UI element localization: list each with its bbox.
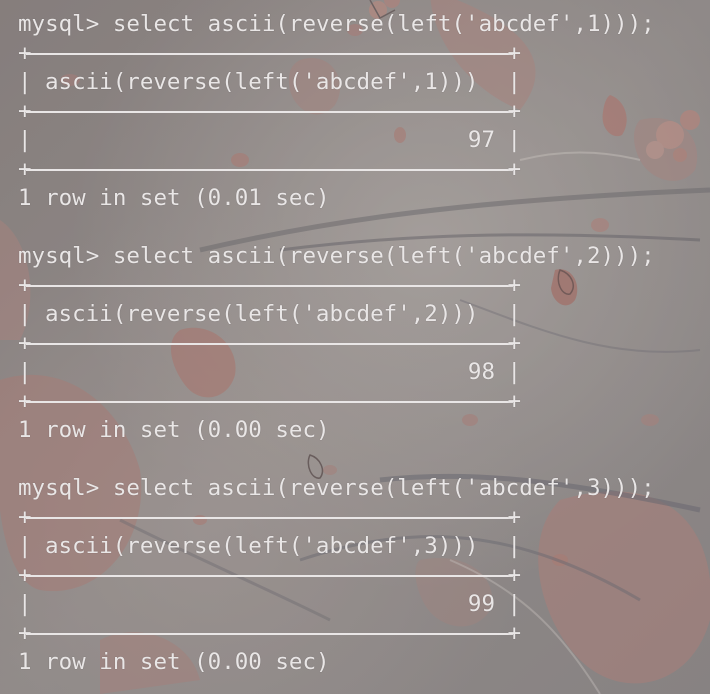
result-footer: 1 row in set (0.00 sec) — [18, 649, 330, 675]
result-footer: 1 row in set (0.01 sec) — [18, 185, 330, 211]
command-line: mysql> select ascii(reverse(left('abcdef… — [18, 474, 698, 503]
mysql-prompt: mysql> — [18, 475, 100, 501]
sql-command: select ascii(reverse(left('abcdef',2))); — [112, 243, 655, 269]
table-border-middle: + + — [18, 330, 521, 356]
terminal-output[interactable]: mysql> select ascii(reverse(left('abcdef… — [18, 10, 698, 677]
result-value: 97 — [467, 127, 495, 153]
command-line: mysql> select ascii(reverse(left('abcdef… — [18, 10, 698, 39]
terminal-window[interactable]: mysql> select ascii(reverse(left('abcdef… — [0, 0, 710, 694]
sql-command: select ascii(reverse(left('abcdef',3))); — [112, 475, 655, 501]
result-value: 99 — [467, 591, 495, 617]
result-value: 98 — [467, 359, 495, 385]
table-row: | 97 | — [18, 127, 521, 153]
table-border-top: + + — [18, 272, 521, 298]
sql-command: select ascii(reverse(left('abcdef',1))); — [112, 11, 655, 37]
command-line: mysql> select ascii(reverse(left('abcdef… — [18, 242, 698, 271]
table-border-bottom: + + — [18, 156, 521, 182]
table-header-row: | ascii(reverse(left('abcdef',2))) | — [18, 301, 521, 327]
table-row: | 99 | — [18, 591, 521, 617]
mysql-prompt: mysql> — [18, 11, 100, 37]
table-header-row: | ascii(reverse(left('abcdef',1))) | — [18, 69, 521, 95]
table-border-top: + + — [18, 40, 521, 66]
mysql-prompt: mysql> — [18, 243, 100, 269]
column-header: ascii(reverse(left('abcdef',2))) — [45, 301, 479, 327]
table-border-bottom: + + — [18, 620, 521, 646]
column-header: ascii(reverse(left('abcdef',3))) — [45, 533, 479, 559]
result-footer: 1 row in set (0.00 sec) — [18, 417, 330, 443]
table-border-middle: + + — [18, 98, 521, 124]
table-border-top: + + — [18, 504, 521, 530]
table-border-bottom: + + — [18, 388, 521, 414]
table-header-row: | ascii(reverse(left('abcdef',3))) | — [18, 533, 521, 559]
column-header: ascii(reverse(left('abcdef',1))) — [45, 69, 479, 95]
table-border-middle: + + — [18, 562, 521, 588]
table-row: | 98 | — [18, 359, 521, 385]
